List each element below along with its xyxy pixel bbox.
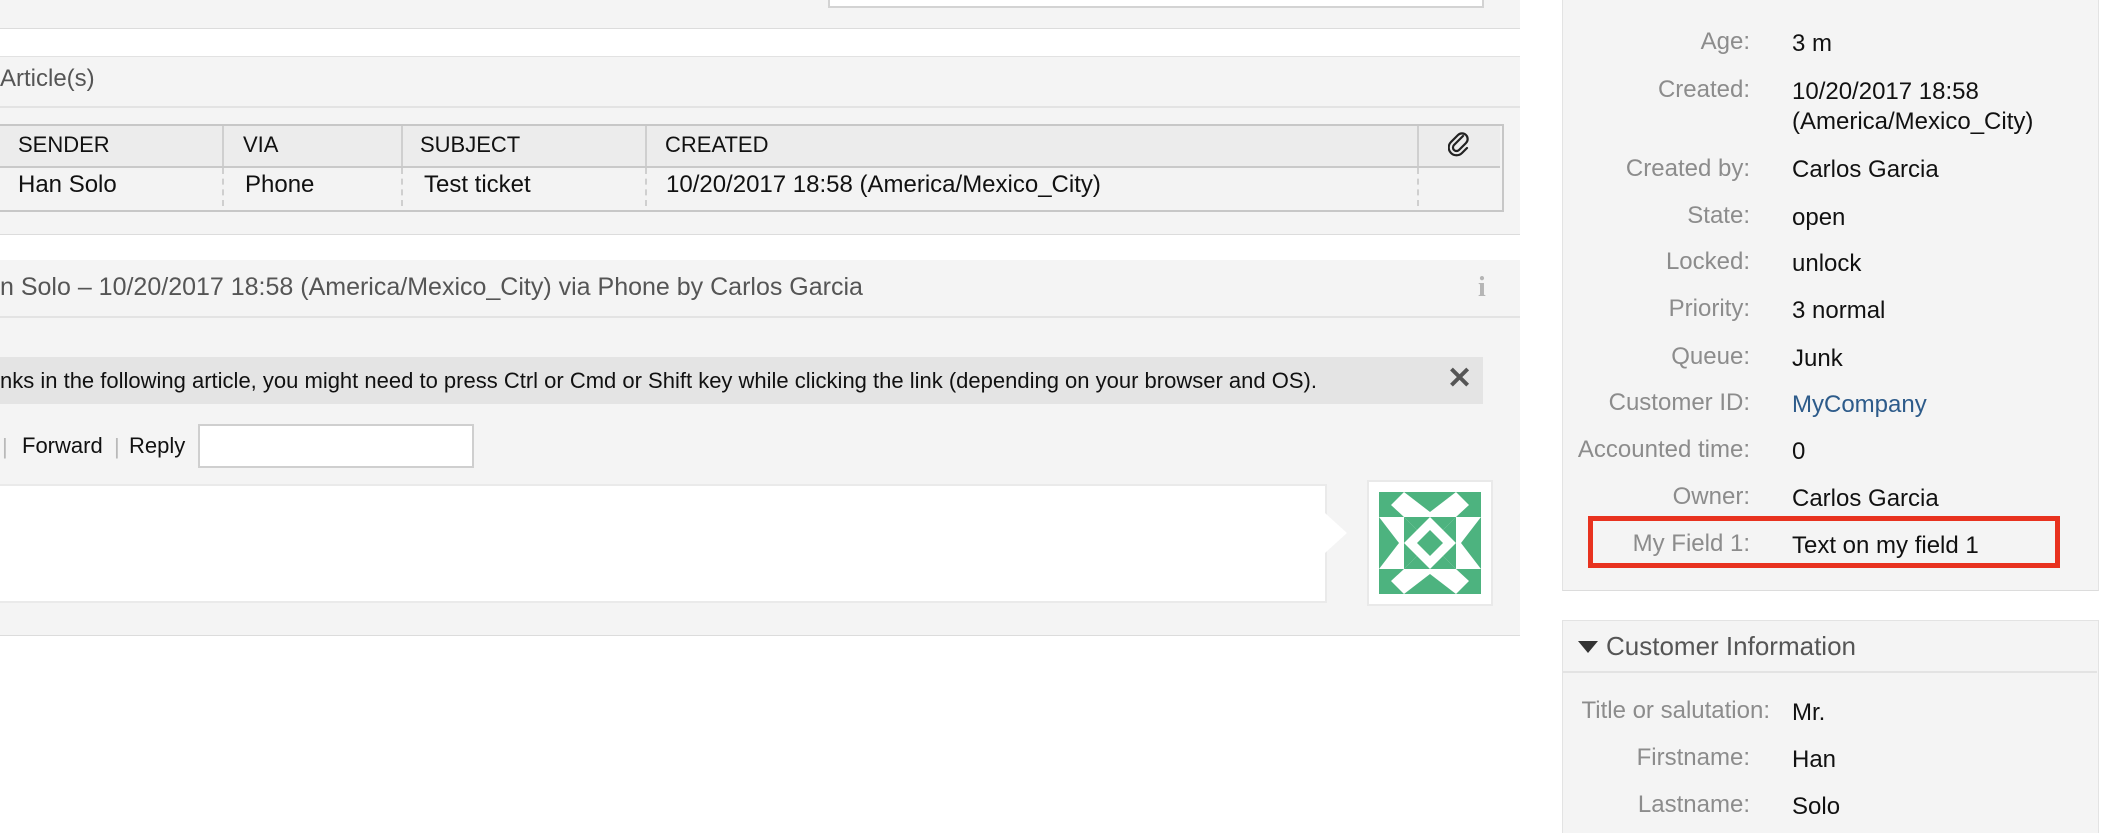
field-value-state: open xyxy=(1792,204,1846,231)
column-header-via[interactable]: VIA xyxy=(243,132,278,158)
field-label-customer-id: Customer ID: xyxy=(1608,389,1750,416)
field-value-title-salutation: Mr. xyxy=(1792,699,1826,726)
column-divider xyxy=(645,126,647,166)
field-label-lastname: Lastname: xyxy=(1637,791,1750,818)
info-icon[interactable]: i xyxy=(1478,272,1486,304)
field-value-my-field-1: Text on my field 1 xyxy=(1792,532,1979,559)
field-label-created-by: Created by: xyxy=(1625,155,1750,182)
field-value-firstname: Han xyxy=(1792,746,1837,773)
article-body-pointer xyxy=(1325,513,1347,553)
customer-information-title[interactable]: Customer Information xyxy=(1606,631,1856,662)
cell-created[interactable]: 10/20/2017 18:58 (America/Mexico_City) xyxy=(666,171,1101,199)
reply-link[interactable]: Reply xyxy=(129,433,185,459)
divider xyxy=(0,106,1520,108)
field-label-queue: Queue: xyxy=(1671,343,1750,370)
forward-link[interactable]: Forward xyxy=(22,433,103,459)
column-divider xyxy=(1417,126,1419,166)
identicon-icon xyxy=(1379,492,1481,594)
column-divider xyxy=(401,168,403,206)
close-icon[interactable]: ✕ xyxy=(1447,361,1472,396)
divider xyxy=(1562,671,2097,673)
field-value-queue: Junk xyxy=(1792,345,1843,372)
cell-via[interactable]: Phone xyxy=(245,171,314,199)
avatar xyxy=(1367,480,1493,606)
divider xyxy=(0,316,1520,318)
paperclip-icon xyxy=(1447,132,1470,163)
column-header-sender[interactable]: SENDER xyxy=(18,132,110,158)
field-value-created-by: Carlos Garcia xyxy=(1792,156,1939,183)
field-value-owner: Carlos Garcia xyxy=(1792,485,1939,512)
customer-id-link[interactable]: MyCompany xyxy=(1792,391,1927,419)
collapse-caret-icon[interactable] xyxy=(1578,641,1598,653)
field-label-my-field-1: My Field 1: xyxy=(1632,530,1750,557)
field-value-created: 10/20/2017 18:58 xyxy=(1792,78,1979,105)
article-body xyxy=(0,484,1327,603)
field-label-owner: Owner: xyxy=(1672,483,1750,510)
field-label-state: State: xyxy=(1687,202,1750,229)
field-label-title-salutation: Title or salutation: xyxy=(1581,697,1770,724)
articles-panel-title: Article(s) xyxy=(0,65,95,92)
column-header-subject[interactable]: SUBJECT xyxy=(420,132,520,158)
field-value-locked: unlock xyxy=(1792,250,1862,277)
field-value-created-timezone: (America/Mexico_City) xyxy=(1792,108,2034,135)
field-label-age: Age: xyxy=(1700,28,1750,55)
field-value-priority: 3 normal xyxy=(1792,297,1886,324)
field-value-accounted-time: 0 xyxy=(1792,438,1806,465)
reply-select-input[interactable] xyxy=(198,424,474,468)
field-label-locked: Locked: xyxy=(1665,248,1750,275)
cell-sender[interactable]: Han Solo xyxy=(18,171,117,199)
column-divider xyxy=(401,126,403,166)
column-divider xyxy=(1417,168,1419,206)
column-divider xyxy=(222,168,224,206)
field-label-firstname: Firstname: xyxy=(1636,744,1750,771)
column-divider xyxy=(222,126,224,166)
action-separator: | xyxy=(2,434,8,459)
column-divider xyxy=(645,168,647,206)
field-value-age: 3 m xyxy=(1792,30,1833,57)
field-label-created: Created: xyxy=(1657,76,1750,103)
article-title: n Solo – 10/20/2017 18:58 (America/Mexic… xyxy=(0,273,863,301)
cell-subject[interactable]: Test ticket xyxy=(424,171,531,199)
field-label-accounted-time: Accounted time: xyxy=(1577,436,1750,463)
field-value-lastname: Solo xyxy=(1792,793,1841,820)
field-label-priority: Priority: xyxy=(1668,295,1750,322)
notice-message: nks in the following article, you might … xyxy=(0,368,1317,393)
previous-panel-input[interactable] xyxy=(828,0,1484,8)
action-separator: | xyxy=(114,434,120,459)
column-header-created[interactable]: CREATED xyxy=(665,132,769,158)
